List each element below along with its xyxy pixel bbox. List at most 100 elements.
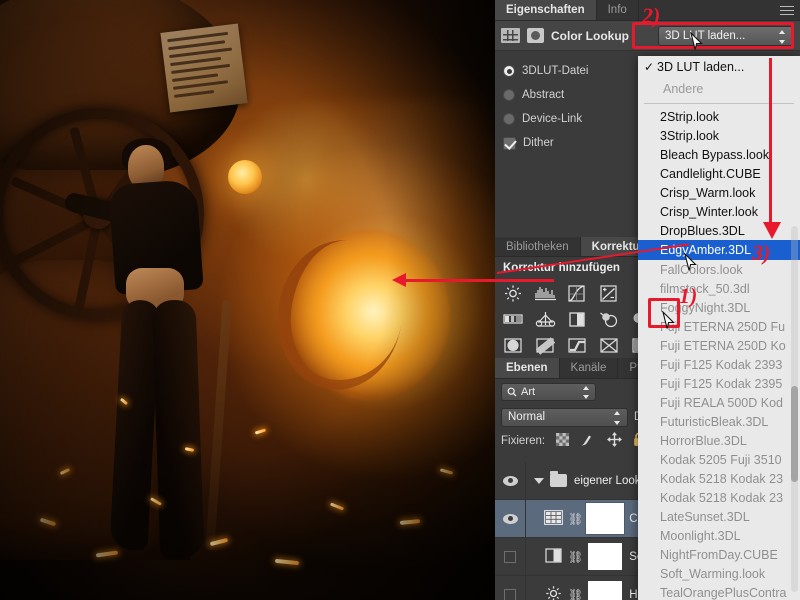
threshold-icon[interactable] <box>567 336 587 355</box>
menu-item-label: TealOrangePlusContra <box>660 586 786 600</box>
menu-item-bleach-bypass[interactable]: Bleach Bypass.look <box>638 145 800 164</box>
menu-item-horrorblue[interactable]: HorrorBlue.3DL <box>638 431 800 450</box>
menu-item-label: Bleach Bypass.look <box>660 148 769 162</box>
brightness-contrast-icon[interactable] <box>503 284 523 303</box>
menu-item-fuji-eterna-250d-ko[interactable]: Fuji ETERNA 250D Ko <box>638 336 800 355</box>
menu-item-2strip[interactable]: 2Strip.look <box>638 107 800 126</box>
color-lookup-icon <box>544 510 563 528</box>
blend-mode-select[interactable]: Normal <box>501 408 628 427</box>
layer-visibility-toggle[interactable] <box>495 462 526 499</box>
menu-item-latesunset[interactable]: LateSunset.3DL <box>638 507 800 526</box>
layer-visibility-toggle[interactable] <box>495 500 526 537</box>
menu-item-fuji-f125-kodak-2393[interactable]: Fuji F125 Kodak 2393 <box>638 355 800 374</box>
menu-item-label: Crisp_Winter.look <box>660 205 758 219</box>
menu-item-tealorangepluscontrast[interactable]: TealOrangePlusContra <box>638 583 800 600</box>
menu-item-label: EdgyAmber.3DL <box>660 243 751 257</box>
menu-item-kodak-5205-fuji-3510[interactable]: Kodak 5205 Fuji 3510 <box>638 450 800 469</box>
radio-icon <box>503 65 515 77</box>
menu-item-dropblues[interactable]: DropBlues.3DL <box>638 221 800 240</box>
lock-transparency-icon[interactable] <box>556 433 569 449</box>
layer-visibility-toggle[interactable] <box>495 538 526 575</box>
menu-item-label: DropBlues.3DL <box>660 224 745 238</box>
menu-item-3d-lut-laden[interactable]: ✓ 3D LUT laden... <box>638 56 800 78</box>
tab-kanaele[interactable]: Kanäle <box>560 358 619 378</box>
menu-item-fuji-reala-500d[interactable]: Fuji REALA 500D Kod <box>638 393 800 412</box>
menu-item-moonlight[interactable]: Moonlight.3DL <box>638 526 800 545</box>
brightness-contrast-icon <box>544 585 563 600</box>
menu-item-label: Soft_Warming.look <box>660 567 765 581</box>
gradient-map-icon[interactable] <box>599 336 619 355</box>
layer-visibility-toggle[interactable] <box>495 576 526 600</box>
layer-mask-thumbnail[interactable] <box>588 581 622 600</box>
image-canvas[interactable] <box>0 0 495 600</box>
posterize-icon[interactable] <box>535 336 555 355</box>
tab-ebenen-label: Ebenen <box>506 362 548 374</box>
curves-icon[interactable] <box>567 284 587 303</box>
menu-item-fallcolors[interactable]: FallColors.look <box>638 260 800 279</box>
menu-item-futuristicbleak[interactable]: FuturisticBleak.3DL <box>638 412 800 431</box>
option-device-link-label: Device-Link <box>522 113 582 125</box>
menu-item-3strip[interactable]: 3Strip.look <box>638 126 800 145</box>
layer-filter-select[interactable]: Art <box>501 383 596 401</box>
lut-select-dropdown[interactable]: 3D LUT laden... <box>658 26 794 46</box>
menu-item-label: Fuji F125 Kodak 2395 <box>660 377 782 391</box>
menu-item-fuji-f125-kodak-2395[interactable]: Fuji F125 Kodak 2395 <box>638 374 800 393</box>
panel-menu-icon[interactable] <box>780 4 796 17</box>
tab-bibliotheken[interactable]: Bibliotheken <box>495 237 581 256</box>
menu-item-nightfromday[interactable]: NightFromDay.CUBE <box>638 545 800 564</box>
folder-icon <box>550 474 567 487</box>
link-mask-icon[interactable]: ⛓ <box>568 588 583 600</box>
lock-image-icon[interactable] <box>580 433 596 450</box>
menu-item-candlelight[interactable]: Candlelight.CUBE <box>638 164 800 183</box>
layer-mask-thumbnail[interactable] <box>588 505 622 532</box>
dropdown-scrollbar[interactable] <box>791 226 798 592</box>
color-lookup-icon <box>501 28 520 43</box>
stepper-icon <box>778 30 786 44</box>
chevron-down-icon[interactable] <box>534 478 544 484</box>
layer-mask-thumbnail[interactable] <box>588 543 622 570</box>
tab-kanaele-label: Kanäle <box>571 362 607 374</box>
tab-info[interactable]: Info <box>597 0 639 20</box>
layer-filter-label: Art <box>521 386 535 398</box>
levels-icon[interactable] <box>535 284 555 303</box>
option-3dlut-datei-label: 3DLUT-Datei <box>522 65 588 77</box>
vibrance-icon[interactable] <box>503 310 523 329</box>
mask-thumbnail-icon[interactable] <box>527 28 544 43</box>
menu-item-crisp-warm[interactable]: Crisp_Warm.look <box>638 183 800 202</box>
tab-bibliotheken-label: Bibliotheken <box>506 241 569 253</box>
edgyamber-menu-item[interactable]: EdgyAmber.3DL <box>638 240 800 260</box>
photo-vignette <box>0 0 495 600</box>
menu-separator <box>644 103 794 104</box>
photo-filter-icon[interactable] <box>599 310 619 329</box>
radio-icon <box>503 89 515 101</box>
tab-eigenschaften-label: Eigenschaften <box>506 4 585 16</box>
hue-saturation-icon[interactable] <box>535 310 555 329</box>
menu-item-label: Fuji ETERNA 250D Fu <box>660 320 785 334</box>
exposure-icon[interactable] <box>599 284 619 303</box>
menu-item-label: Fuji F125 Kodak 2393 <box>660 358 782 372</box>
eye-icon <box>503 476 518 486</box>
menu-item-filmstock-50[interactable]: filmstock_50.3dl <box>638 279 800 298</box>
menu-item-kodak-5218-a[interactable]: Kodak 5218 Kodak 23 <box>638 469 800 488</box>
mouse-cursor-color-lookup-icon <box>662 311 675 330</box>
menu-item-andere[interactable]: Andere <box>638 78 800 100</box>
menu-item-label: Fuji ETERNA 250D Ko <box>660 339 786 353</box>
dropdown-scrollbar-thumb[interactable] <box>791 386 798 482</box>
radio-icon <box>503 113 515 125</box>
lock-position-icon[interactable] <box>607 432 622 450</box>
menu-item-label: filmstock_50.3dl <box>660 282 750 296</box>
menu-item-label: Crisp_Warm.look <box>660 186 755 200</box>
color-balance-icon[interactable] <box>567 310 587 329</box>
link-mask-icon[interactable]: ⛓ <box>568 512 583 526</box>
tab-ebenen[interactable]: Ebenen <box>495 358 560 378</box>
menu-item-label: Kodak 5205 Fuji 3510 <box>660 453 782 467</box>
menu-item-andere-label: Andere <box>663 82 703 96</box>
tab-info-label: Info <box>608 4 627 16</box>
menu-item-crisp-winter[interactable]: Crisp_Winter.look <box>638 202 800 221</box>
link-mask-icon[interactable]: ⛓ <box>568 550 583 564</box>
menu-item-label: HorrorBlue.3DL <box>660 434 747 448</box>
invert-icon[interactable] <box>503 336 523 355</box>
menu-item-kodak-5218-b[interactable]: Kodak 5218 Kodak 23 <box>638 488 800 507</box>
tab-eigenschaften[interactable]: Eigenschaften <box>495 0 597 20</box>
menu-item-soft-warming[interactable]: Soft_Warming.look <box>638 564 800 583</box>
